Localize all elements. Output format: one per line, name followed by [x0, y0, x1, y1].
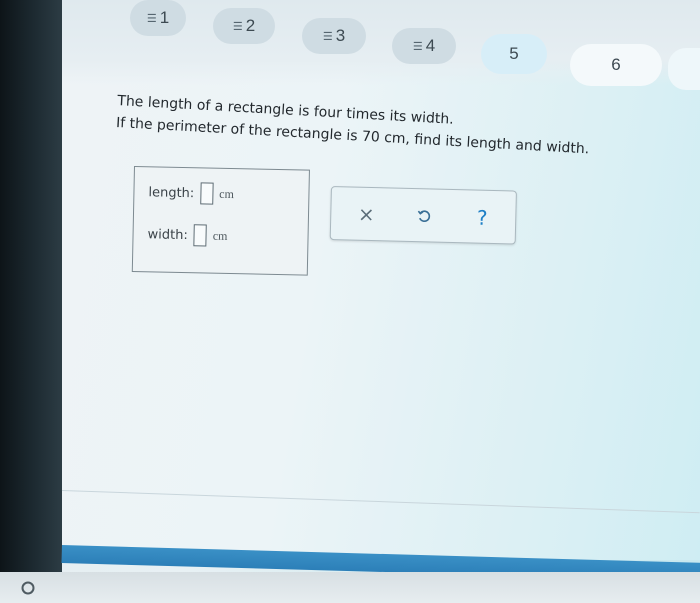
- length-label: length:: [148, 184, 195, 201]
- tab-label: 5: [509, 44, 519, 63]
- launcher-button[interactable]: [18, 578, 38, 598]
- tab-question-4[interactable]: ☰ 4: [392, 28, 456, 64]
- answered-icon: ☰: [146, 12, 157, 25]
- tab-question-6[interactable]: 6: [570, 44, 662, 86]
- answered-icon: ☰: [232, 20, 243, 33]
- answered-icon: ☰: [412, 40, 423, 53]
- undo-icon: [417, 210, 431, 222]
- tab-question-5[interactable]: 5: [481, 34, 547, 74]
- help-icon: ?: [476, 205, 488, 230]
- tab-question-next[interactable]: [668, 48, 700, 90]
- width-unit: cm: [212, 228, 228, 243]
- clear-button[interactable]: [353, 202, 380, 229]
- tab-label: 1: [159, 8, 170, 27]
- close-icon: [360, 209, 372, 221]
- tab-label: 6: [611, 55, 621, 74]
- tab-label: 2: [245, 16, 256, 35]
- length-input[interactable]: [200, 182, 214, 205]
- width-row: width: cm: [147, 223, 228, 247]
- length-row: length: cm: [148, 181, 234, 205]
- tab-question-1[interactable]: ☰ 1: [130, 0, 186, 36]
- help-button[interactable]: ?: [469, 204, 496, 231]
- width-label: width:: [147, 226, 188, 243]
- os-taskbar: [0, 572, 700, 603]
- tab-label: 4: [425, 36, 436, 55]
- device-bezel: [0, 0, 62, 603]
- width-input[interactable]: [193, 224, 208, 247]
- undo-button[interactable]: [411, 203, 438, 230]
- action-panel: ?: [329, 186, 517, 245]
- answer-box: length: cm width: cm: [131, 166, 310, 276]
- answered-icon: ☰: [322, 30, 333, 43]
- length-unit: cm: [219, 186, 235, 201]
- launcher-circle-icon: [21, 581, 35, 595]
- tab-label: 3: [335, 26, 346, 45]
- tab-question-3[interactable]: ☰ 3: [302, 18, 366, 54]
- tab-question-2[interactable]: ☰ 2: [213, 8, 275, 44]
